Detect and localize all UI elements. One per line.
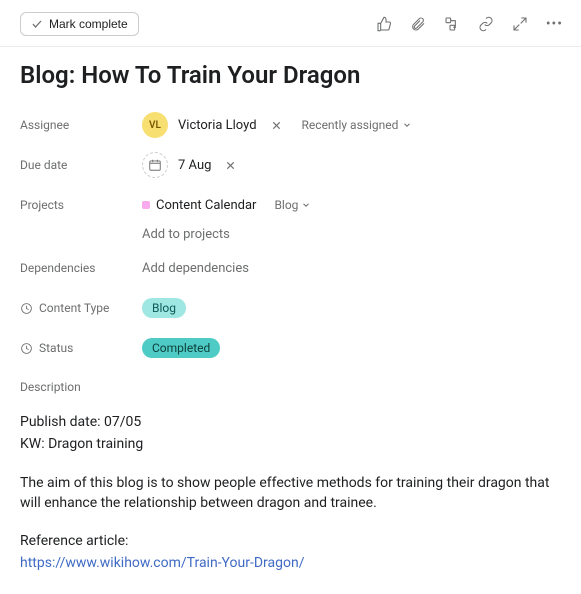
content-type-label: Content Type [39, 301, 109, 315]
chevron-down-icon [301, 200, 311, 210]
due-date-value[interactable]: 7 Aug [178, 158, 211, 173]
clear-assignee-icon[interactable] [267, 120, 282, 131]
add-dependencies-link[interactable]: Add dependencies [142, 261, 249, 276]
avatar[interactable]: VL [142, 112, 168, 138]
topbar-actions: ••• [376, 16, 563, 32]
assignee-name[interactable]: Victoria Lloyd [178, 118, 257, 133]
dependencies-label: Dependencies [20, 261, 142, 275]
projects-row: Projects Content Calendar Blog [20, 187, 561, 223]
assignee-label: Assignee [20, 118, 142, 132]
content-type-row: Content Type Blog [20, 290, 561, 326]
desc-ref-label: Reference article: [20, 531, 561, 551]
content: Blog: How To Train Your Dragon Assignee … [0, 47, 581, 594]
clear-due-date-icon[interactable] [221, 160, 236, 171]
description-body[interactable]: Publish date: 07/05 KW: Dragon training … [20, 412, 561, 574]
assignee-sort-label: Recently assigned [302, 118, 399, 132]
check-icon [31, 18, 43, 30]
content-type-pill[interactable]: Blog [142, 298, 186, 318]
mark-complete-button[interactable]: Mark complete [20, 12, 139, 36]
desc-line1: Publish date: 07/05 [20, 412, 561, 432]
subtask-icon[interactable] [444, 16, 460, 32]
description-label: Description [20, 380, 561, 394]
dependencies-row: Dependencies Add dependencies [20, 250, 561, 286]
add-to-projects-link[interactable]: Add to projects [142, 227, 230, 242]
status-pill[interactable]: Completed [142, 338, 220, 358]
mark-complete-label: Mark complete [49, 17, 128, 31]
project-column-dropdown[interactable]: Blog [274, 198, 311, 212]
status-label: Status [39, 341, 73, 355]
desc-ref-link[interactable]: https://www.wikihow.com/Train-Your-Drago… [20, 555, 304, 571]
field-icon [20, 302, 33, 315]
calendar-icon[interactable] [142, 152, 168, 178]
attachment-icon[interactable] [410, 16, 426, 32]
status-row: Status Completed [20, 330, 561, 366]
expand-icon[interactable] [512, 16, 528, 32]
link-icon[interactable] [478, 16, 494, 32]
assignee-sort-dropdown[interactable]: Recently assigned [302, 118, 413, 132]
add-project-row: Add to projects [20, 227, 561, 242]
more-icon[interactable]: ••• [546, 16, 563, 32]
due-date-label: Due date [20, 158, 142, 172]
chevron-down-icon [402, 120, 412, 130]
like-icon[interactable] [376, 16, 392, 32]
due-date-row: Due date 7 Aug [20, 147, 561, 183]
project-column-label: Blog [274, 198, 298, 212]
desc-line2: KW: Dragon training [20, 434, 561, 454]
field-icon [20, 342, 33, 355]
assignee-row: Assignee VL Victoria Lloyd Recently assi… [20, 107, 561, 143]
project-name[interactable]: Content Calendar [156, 198, 256, 213]
page-title[interactable]: Blog: How To Train Your Dragon [20, 61, 561, 89]
topbar: Mark complete ••• [0, 0, 581, 47]
projects-label: Projects [20, 198, 142, 212]
project-color-dot [142, 201, 150, 209]
desc-paragraph: The aim of this blog is to show people e… [20, 473, 561, 514]
